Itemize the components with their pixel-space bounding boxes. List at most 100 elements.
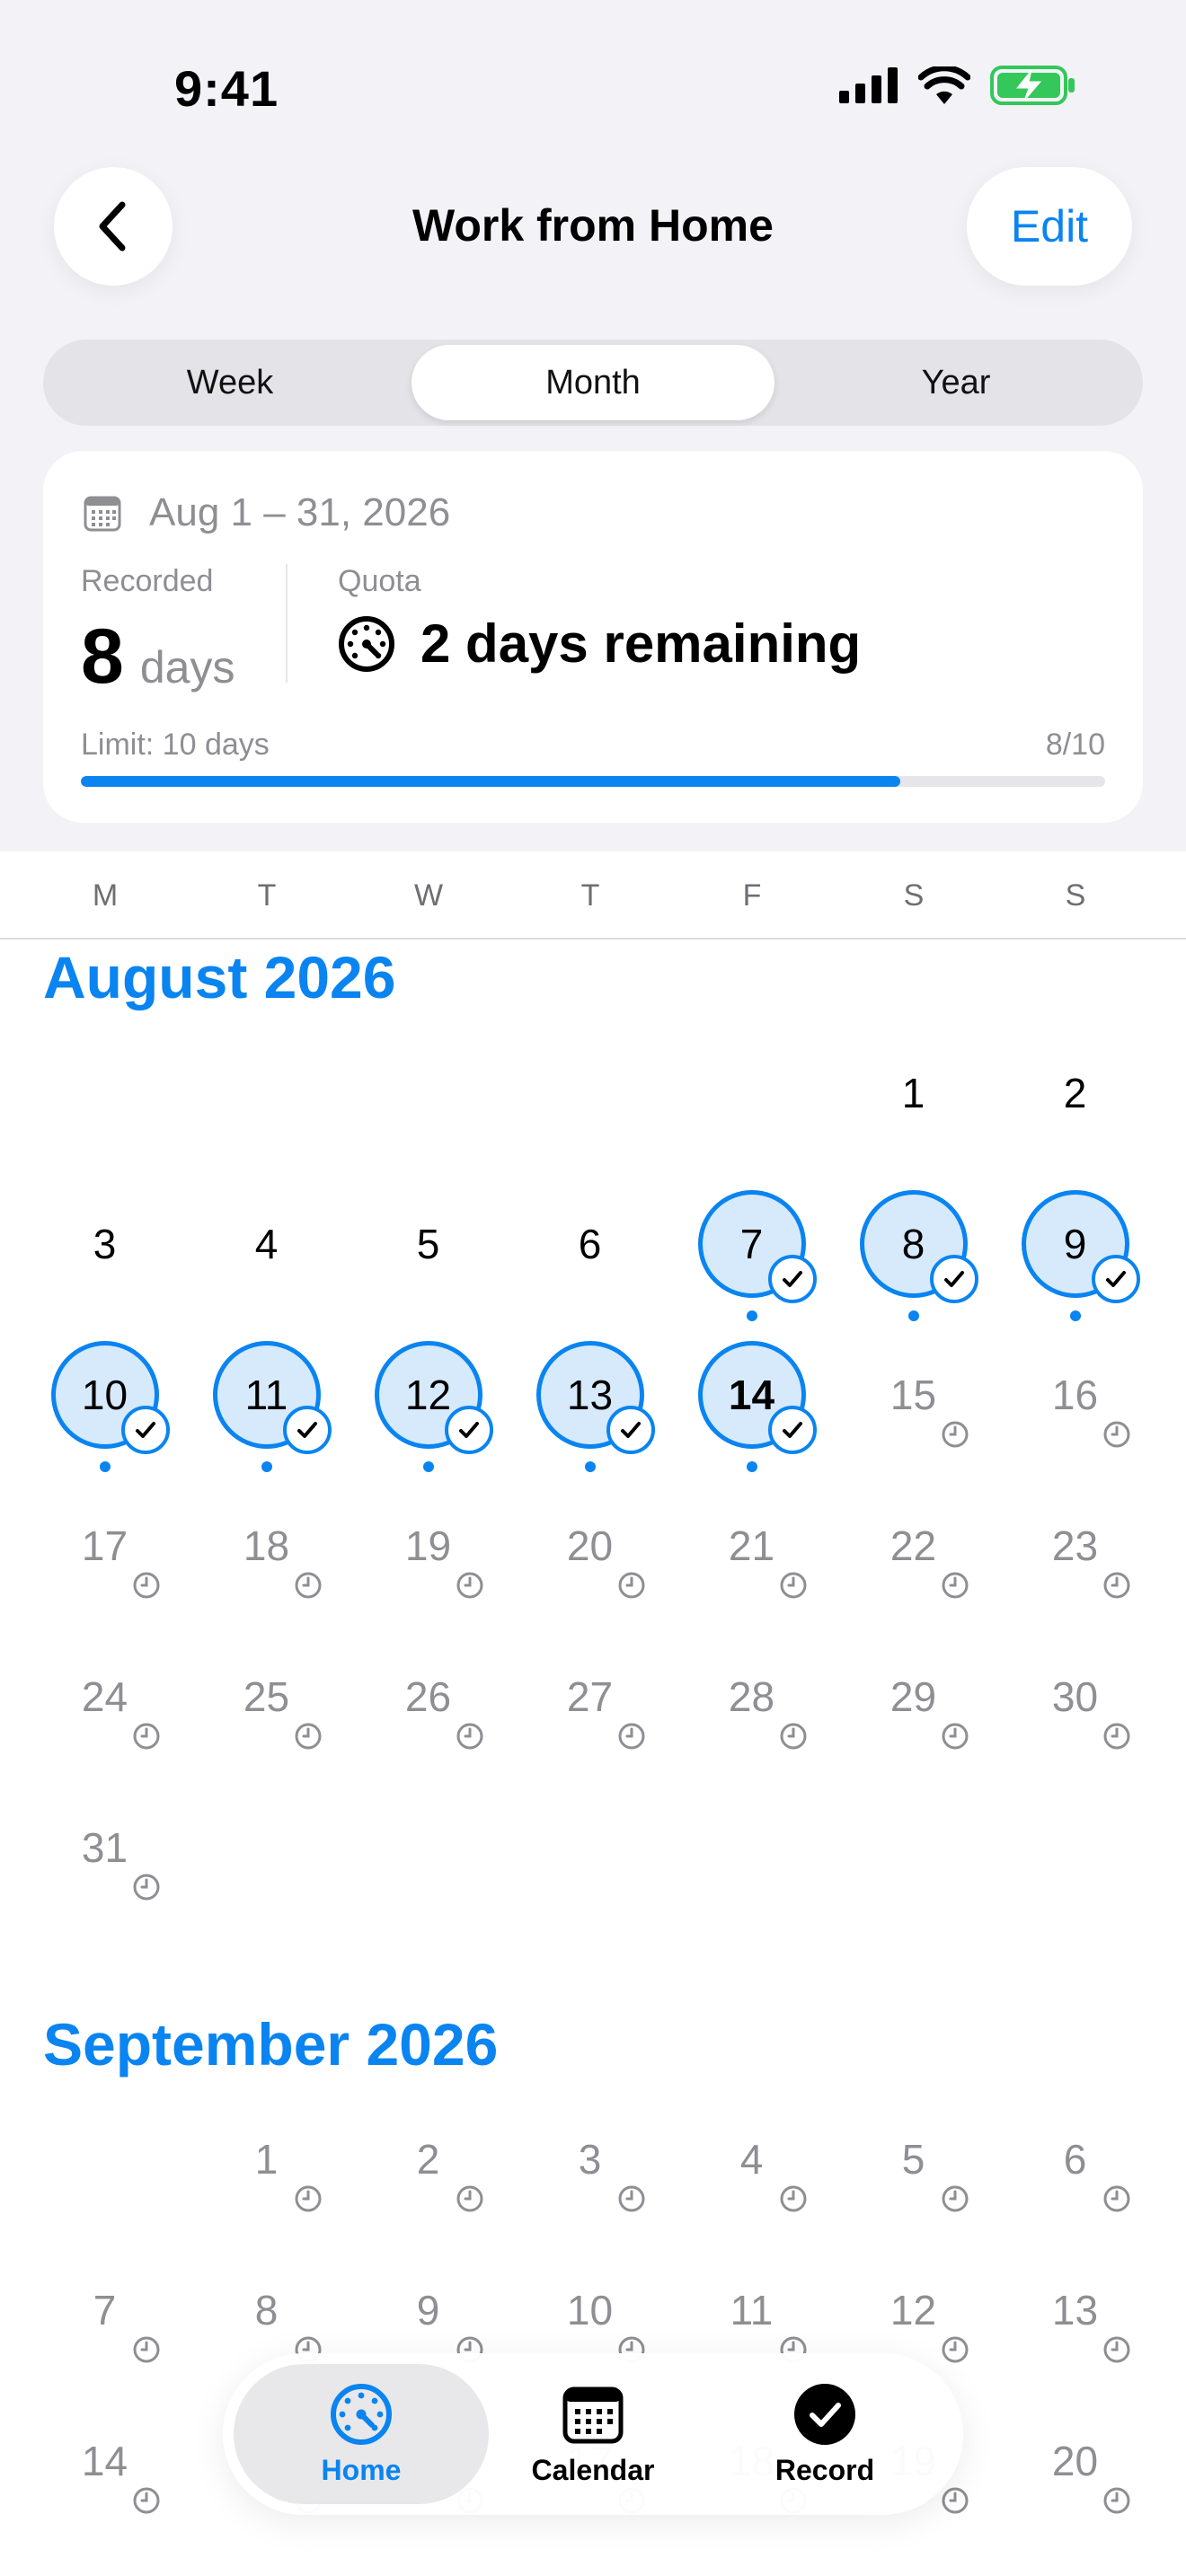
calendar-day[interactable]: 29 xyxy=(851,1634,977,1760)
check-badge-icon xyxy=(767,1255,817,1303)
calendar-day[interactable]: 2 xyxy=(366,2096,491,2222)
calendar-small-icon xyxy=(84,496,121,532)
segment-week[interactable]: Week xyxy=(49,345,412,420)
calendar-day[interactable]: 21 xyxy=(689,1483,815,1609)
weekday-label: W xyxy=(413,878,444,913)
clock-icon xyxy=(1103,1723,1129,1750)
clock-icon xyxy=(1103,1421,1129,1448)
clock-icon xyxy=(295,1572,321,1599)
clock-icon xyxy=(456,1723,482,1750)
calendar-day[interactable]: 17 xyxy=(42,1483,168,1609)
clock-icon xyxy=(1103,1572,1129,1599)
calendar-day[interactable]: 7 xyxy=(42,2247,168,2373)
tab-calendar-label: Calendar xyxy=(531,2453,655,2486)
day-number: 5 xyxy=(416,1221,440,1267)
calendar-day[interactable]: 10 xyxy=(42,1332,170,1472)
limit-label: Limit: 10 days xyxy=(81,728,270,762)
tab-bar: Home Calendar Record xyxy=(223,2353,963,2515)
calendar-day[interactable]: 18 xyxy=(204,1483,330,1609)
event-dot xyxy=(422,1461,434,1472)
calendar-day[interactable]: 3 xyxy=(42,1181,168,1307)
tab-record[interactable]: Record xyxy=(697,2364,952,2504)
calendar-icon xyxy=(562,2386,624,2443)
clock-icon xyxy=(942,2487,968,2514)
clock-icon xyxy=(133,2487,159,2514)
calendar-day[interactable]: 5 xyxy=(851,2096,977,2222)
calendar-day[interactable]: 25 xyxy=(204,1634,330,1760)
calendar-day[interactable]: 28 xyxy=(689,1634,815,1760)
quota-remaining: 2 days remaining xyxy=(420,613,862,674)
event-dot xyxy=(1069,1310,1081,1321)
calendar-day[interactable]: 24 xyxy=(42,1634,168,1760)
edit-button[interactable]: Edit xyxy=(967,167,1132,286)
calendar-day[interactable]: 4 xyxy=(204,1181,330,1307)
segment-month[interactable]: Month xyxy=(412,345,774,420)
calendar-day[interactable]: 14 xyxy=(689,1332,817,1472)
battery-charging-icon xyxy=(990,66,1075,105)
quota-value: 2 days remaining xyxy=(338,613,861,675)
calendar-day[interactable]: 9 xyxy=(1013,1181,1140,1321)
clock-icon xyxy=(780,2185,806,2212)
calendar-day[interactable]: 22 xyxy=(851,1483,977,1609)
segment-year[interactable]: Year xyxy=(774,345,1137,420)
clock-icon xyxy=(133,1572,159,1599)
calendar-day[interactable]: 7 xyxy=(689,1181,817,1321)
tab-calendar[interactable]: Calendar xyxy=(465,2364,721,2504)
calendar-day[interactable]: 12 xyxy=(366,1332,493,1472)
speedometer-icon xyxy=(331,2383,392,2445)
clock-icon xyxy=(618,1723,644,1750)
clock-icon xyxy=(942,1723,968,1750)
calendar-day[interactable]: 8 xyxy=(851,1181,978,1321)
calendar-day[interactable]: 20 xyxy=(527,1483,653,1609)
event-dot xyxy=(584,1461,596,1472)
calendar-day[interactable]: 6 xyxy=(1013,2096,1138,2222)
checkmark-circle-icon xyxy=(794,2383,855,2445)
calendar-day[interactable]: 1 xyxy=(851,1030,977,1156)
calendar-day[interactable]: 3 xyxy=(527,2096,653,2222)
calendar-day[interactable]: 2 xyxy=(1013,1030,1138,1156)
calendar-day[interactable]: 19 xyxy=(366,1483,491,1609)
calendar-day[interactable]: 6 xyxy=(527,1181,653,1307)
progress-bar-fill xyxy=(81,776,900,787)
calendar-day[interactable]: 30 xyxy=(1013,1634,1138,1760)
day-number: 1 xyxy=(901,1070,925,1116)
clock-icon xyxy=(133,1874,159,1901)
recorded-value: 8 days xyxy=(81,613,235,701)
tab-home[interactable]: Home xyxy=(234,2364,489,2504)
calendar-day[interactable]: 13 xyxy=(1013,2247,1138,2373)
calendar-day[interactable]: 11 xyxy=(204,1332,332,1472)
calendar-day[interactable]: 26 xyxy=(366,1634,491,1760)
clock-icon xyxy=(1103,2336,1129,2363)
status-time: 9:41 xyxy=(174,60,279,117)
check-badge-icon xyxy=(282,1406,332,1454)
tab-home-label: Home xyxy=(321,2453,402,2486)
progress-text: 8/10 xyxy=(1045,728,1105,762)
calendar-day[interactable]: 1 xyxy=(204,2096,330,2222)
clock-icon xyxy=(295,2185,321,2212)
clock-icon xyxy=(133,2336,159,2363)
calendar-day[interactable]: 4 xyxy=(689,2096,815,2222)
quota-label: Quota xyxy=(338,564,421,598)
calendar-day[interactable]: 16 xyxy=(1013,1332,1138,1458)
check-badge-icon xyxy=(1091,1255,1140,1303)
event-dot xyxy=(746,1461,757,1472)
progress-bar xyxy=(81,776,1105,787)
weekday-label: T xyxy=(580,878,600,913)
clock-icon xyxy=(456,2185,482,2212)
weekday-label: T xyxy=(257,878,277,913)
event-dot xyxy=(907,1310,919,1321)
calendar-scroll-area[interactable]: August 2026 1 2 3 4 5 6 7 8 9 10 11 12 13 14 15 16 17 18 19… xyxy=(0,940,1186,2576)
calendar-day[interactable]: 23 xyxy=(1013,1483,1138,1609)
calendar-day[interactable]: 5 xyxy=(366,1181,491,1307)
calendar-day[interactable]: 31 xyxy=(42,1785,168,1910)
clock-icon xyxy=(942,2185,968,2212)
clock-icon xyxy=(942,1572,968,1599)
calendar-day[interactable]: 15 xyxy=(851,1332,977,1458)
calendar-day[interactable]: 27 xyxy=(527,1634,653,1760)
weekday-label: F xyxy=(742,878,762,913)
weekday-header: MTWTFSS xyxy=(0,851,1186,940)
date-range: Aug 1 – 31, 2026 xyxy=(83,490,450,535)
calendar-day[interactable]: 14 xyxy=(42,2398,168,2524)
calendar-day[interactable]: 13 xyxy=(527,1332,655,1472)
calendar-day[interactable]: 20 xyxy=(1013,2398,1138,2524)
